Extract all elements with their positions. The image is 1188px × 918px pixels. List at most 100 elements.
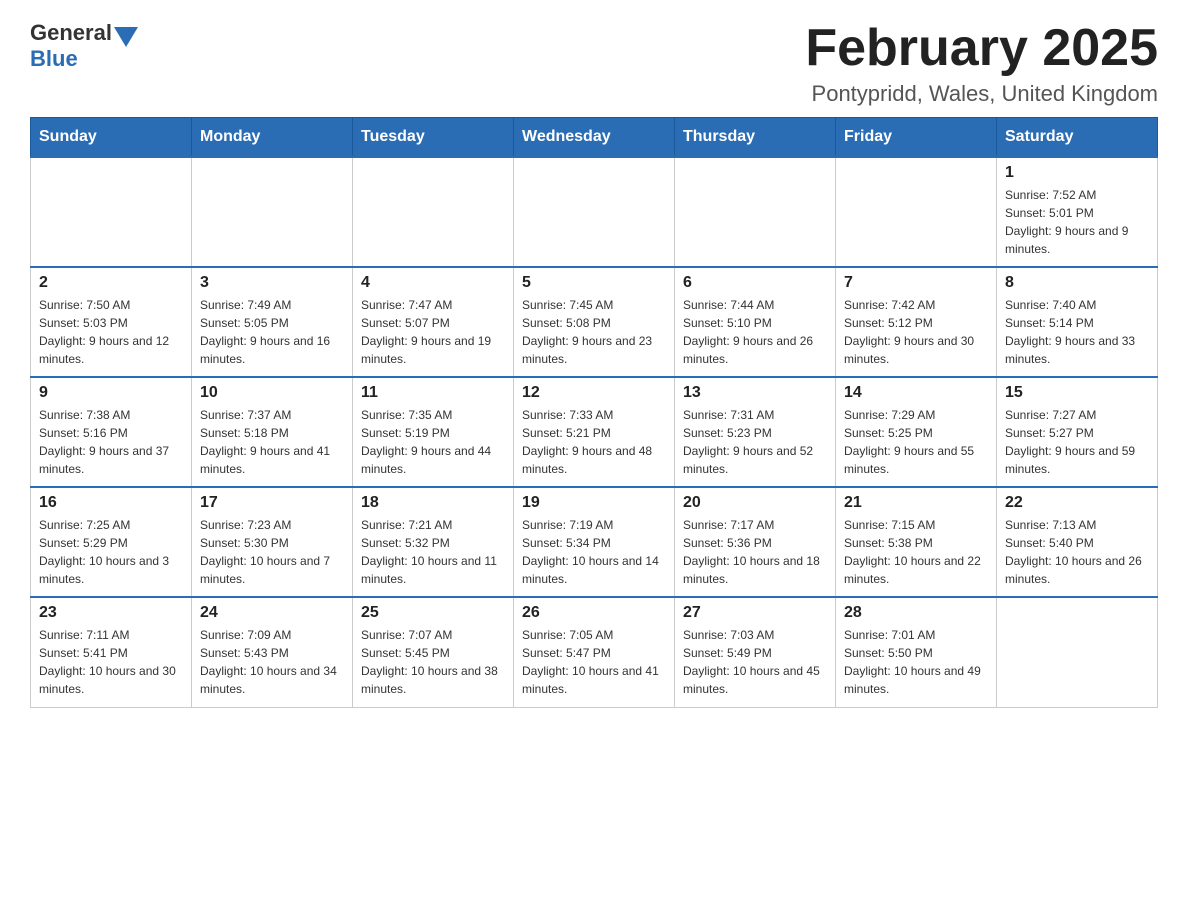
calendar-cell: 19 Sunrise: 7:19 AM Sunset: 5:34 PM Dayli…: [514, 487, 675, 597]
day-number: 1: [1005, 164, 1149, 182]
day-number: 8: [1005, 274, 1149, 292]
day-number: 22: [1005, 494, 1149, 512]
calendar-cell: 17Sunrise: 7:23 AM Sunset: 5:30 PM Dayli…: [192, 487, 353, 597]
calendar-week-2: 2 Sunrise: 7:50 AM Sunset: 5:03 PM Daylig…: [31, 267, 1158, 377]
calendar-header-saturday: Saturday: [997, 118, 1158, 158]
calendar-cell: [836, 157, 997, 267]
calendar-cell: 18Sunrise: 7:21 AM Sunset: 5:32 PM Dayli…: [353, 487, 514, 597]
day-info: Sunrise: 7:37 AM Sunset: 5:18 PM Dayligh…: [200, 406, 344, 478]
calendar-cell: 12Sunrise: 7:33 AM Sunset: 5:21 PM Dayli…: [514, 377, 675, 487]
calendar-week-3: 9 Sunrise: 7:38 AM Sunset: 5:16 PM Daylig…: [31, 377, 1158, 487]
day-number: 25: [361, 604, 505, 622]
calendar-cell: 8 Sunrise: 7:40 AM Sunset: 5:14 PM Daylig…: [997, 267, 1158, 377]
logo-blue-text: Blue: [30, 46, 78, 72]
day-number: 21: [844, 494, 988, 512]
logo-triangle-icon: [114, 27, 138, 47]
day-info: Sunrise: 7:44 AM Sunset: 5:10 PM Dayligh…: [683, 296, 827, 368]
day-info: Sunrise: 7:11 AM Sunset: 5:41 PM Dayligh…: [39, 626, 183, 698]
calendar-cell: 27Sunrise: 7:03 AM Sunset: 5:49 PM Dayli…: [675, 597, 836, 707]
calendar-cell: [997, 597, 1158, 707]
day-number: 19: [522, 494, 666, 512]
calendar-cell: [353, 157, 514, 267]
day-info: Sunrise: 7:50 AM Sunset: 5:03 PM Dayligh…: [39, 296, 183, 368]
day-info: Sunrise: 7:27 AM Sunset: 5:27 PM Dayligh…: [1005, 406, 1149, 478]
day-number: 9: [39, 384, 183, 402]
calendar-cell: [31, 157, 192, 267]
day-number: 18: [361, 494, 505, 512]
day-number: 15: [1005, 384, 1149, 402]
day-number: 6: [683, 274, 827, 292]
day-number: 16: [39, 494, 183, 512]
calendar-header-friday: Friday: [836, 118, 997, 158]
day-info: Sunrise: 7:17 AM Sunset: 5:36 PM Dayligh…: [683, 516, 827, 588]
calendar-cell: 1 Sunrise: 7:52 AM Sunset: 5:01 PM Daylig…: [997, 157, 1158, 267]
day-info: Sunrise: 7:49 AM Sunset: 5:05 PM Dayligh…: [200, 296, 344, 368]
day-number: 26: [522, 604, 666, 622]
calendar-cell: 9 Sunrise: 7:38 AM Sunset: 5:16 PM Daylig…: [31, 377, 192, 487]
calendar-cell: 25 Sunrise: 7:07 AM Sunset: 5:45 PM Dayli…: [353, 597, 514, 707]
calendar-cell: 20 Sunrise: 7:17 AM Sunset: 5:36 PM Dayli…: [675, 487, 836, 597]
calendar-cell: 2 Sunrise: 7:50 AM Sunset: 5:03 PM Daylig…: [31, 267, 192, 377]
calendar-cell: 16 Sunrise: 7:25 AM Sunset: 5:29 PM Dayli…: [31, 487, 192, 597]
day-info: Sunrise: 7:31 AM Sunset: 5:23 PM Dayligh…: [683, 406, 827, 478]
day-number: 23: [39, 604, 183, 622]
calendar-cell: [675, 157, 836, 267]
day-number: 13: [683, 384, 827, 402]
calendar-cell: 7Sunrise: 7:42 AM Sunset: 5:12 PM Daylig…: [836, 267, 997, 377]
day-info: Sunrise: 7:25 AM Sunset: 5:29 PM Dayligh…: [39, 516, 183, 588]
day-number: 2: [39, 274, 183, 292]
calendar-cell: 13 Sunrise: 7:31 AM Sunset: 5:23 PM Dayli…: [675, 377, 836, 487]
day-number: 28: [844, 604, 988, 622]
calendar-cell: 14Sunrise: 7:29 AM Sunset: 5:25 PM Dayli…: [836, 377, 997, 487]
day-number: 20: [683, 494, 827, 512]
day-info: Sunrise: 7:45 AM Sunset: 5:08 PM Dayligh…: [522, 296, 666, 368]
day-info: Sunrise: 7:29 AM Sunset: 5:25 PM Dayligh…: [844, 406, 988, 478]
calendar-header-sunday: Sunday: [31, 118, 192, 158]
day-info: Sunrise: 7:40 AM Sunset: 5:14 PM Dayligh…: [1005, 296, 1149, 368]
logo: General Blue: [30, 20, 140, 72]
page-header: General Blue February 2025 Pontypridd, W…: [30, 20, 1158, 107]
day-info: Sunrise: 7:05 AM Sunset: 5:47 PM Dayligh…: [522, 626, 666, 698]
calendar-header-row: SundayMondayTuesdayWednesdayThursdayFrid…: [31, 118, 1158, 158]
calendar-cell: 24 Sunrise: 7:09 AM Sunset: 5:43 PM Dayli…: [192, 597, 353, 707]
calendar-week-5: 23 Sunrise: 7:11 AM Sunset: 5:41 PM Dayli…: [31, 597, 1158, 707]
day-info: Sunrise: 7:19 AM Sunset: 5:34 PM Dayligh…: [522, 516, 666, 588]
day-number: 24: [200, 604, 344, 622]
day-info: Sunrise: 7:38 AM Sunset: 5:16 PM Dayligh…: [39, 406, 183, 478]
calendar-header-tuesday: Tuesday: [353, 118, 514, 158]
calendar-week-4: 16 Sunrise: 7:25 AM Sunset: 5:29 PM Dayli…: [31, 487, 1158, 597]
day-info: Sunrise: 7:01 AM Sunset: 5:50 PM Dayligh…: [844, 626, 988, 698]
logo-general-text: General: [30, 20, 112, 46]
day-number: 12: [522, 384, 666, 402]
day-info: Sunrise: 7:52 AM Sunset: 5:01 PM Dayligh…: [1005, 186, 1149, 258]
day-info: Sunrise: 7:35 AM Sunset: 5:19 PM Dayligh…: [361, 406, 505, 478]
day-number: 7: [844, 274, 988, 292]
calendar-cell: 21 Sunrise: 7:15 AM Sunset: 5:38 PM Dayli…: [836, 487, 997, 597]
calendar-header-thursday: Thursday: [675, 118, 836, 158]
day-info: Sunrise: 7:09 AM Sunset: 5:43 PM Dayligh…: [200, 626, 344, 698]
calendar-cell: 3Sunrise: 7:49 AM Sunset: 5:05 PM Daylig…: [192, 267, 353, 377]
day-info: Sunrise: 7:23 AM Sunset: 5:30 PM Dayligh…: [200, 516, 344, 588]
calendar-header-monday: Monday: [192, 118, 353, 158]
day-info: Sunrise: 7:13 AM Sunset: 5:40 PM Dayligh…: [1005, 516, 1149, 588]
calendar-cell: 6 Sunrise: 7:44 AM Sunset: 5:10 PM Daylig…: [675, 267, 836, 377]
day-number: 10: [200, 384, 344, 402]
calendar-cell: [514, 157, 675, 267]
day-number: 5: [522, 274, 666, 292]
calendar-cell: 23 Sunrise: 7:11 AM Sunset: 5:41 PM Dayli…: [31, 597, 192, 707]
calendar-cell: [192, 157, 353, 267]
day-info: Sunrise: 7:47 AM Sunset: 5:07 PM Dayligh…: [361, 296, 505, 368]
title-block: February 2025 Pontypridd, Wales, United …: [805, 20, 1158, 107]
day-number: 4: [361, 274, 505, 292]
calendar-week-1: 1 Sunrise: 7:52 AM Sunset: 5:01 PM Daylig…: [31, 157, 1158, 267]
day-info: Sunrise: 7:07 AM Sunset: 5:45 PM Dayligh…: [361, 626, 505, 698]
calendar-cell: 28 Sunrise: 7:01 AM Sunset: 5:50 PM Dayli…: [836, 597, 997, 707]
calendar-cell: 11Sunrise: 7:35 AM Sunset: 5:19 PM Dayli…: [353, 377, 514, 487]
main-title: February 2025: [805, 20, 1158, 77]
calendar-cell: 15 Sunrise: 7:27 AM Sunset: 5:27 PM Dayli…: [997, 377, 1158, 487]
calendar-cell: 4 Sunrise: 7:47 AM Sunset: 5:07 PM Daylig…: [353, 267, 514, 377]
calendar-header-wednesday: Wednesday: [514, 118, 675, 158]
day-info: Sunrise: 7:15 AM Sunset: 5:38 PM Dayligh…: [844, 516, 988, 588]
day-number: 27: [683, 604, 827, 622]
calendar-cell: 22 Sunrise: 7:13 AM Sunset: 5:40 PM Dayli…: [997, 487, 1158, 597]
